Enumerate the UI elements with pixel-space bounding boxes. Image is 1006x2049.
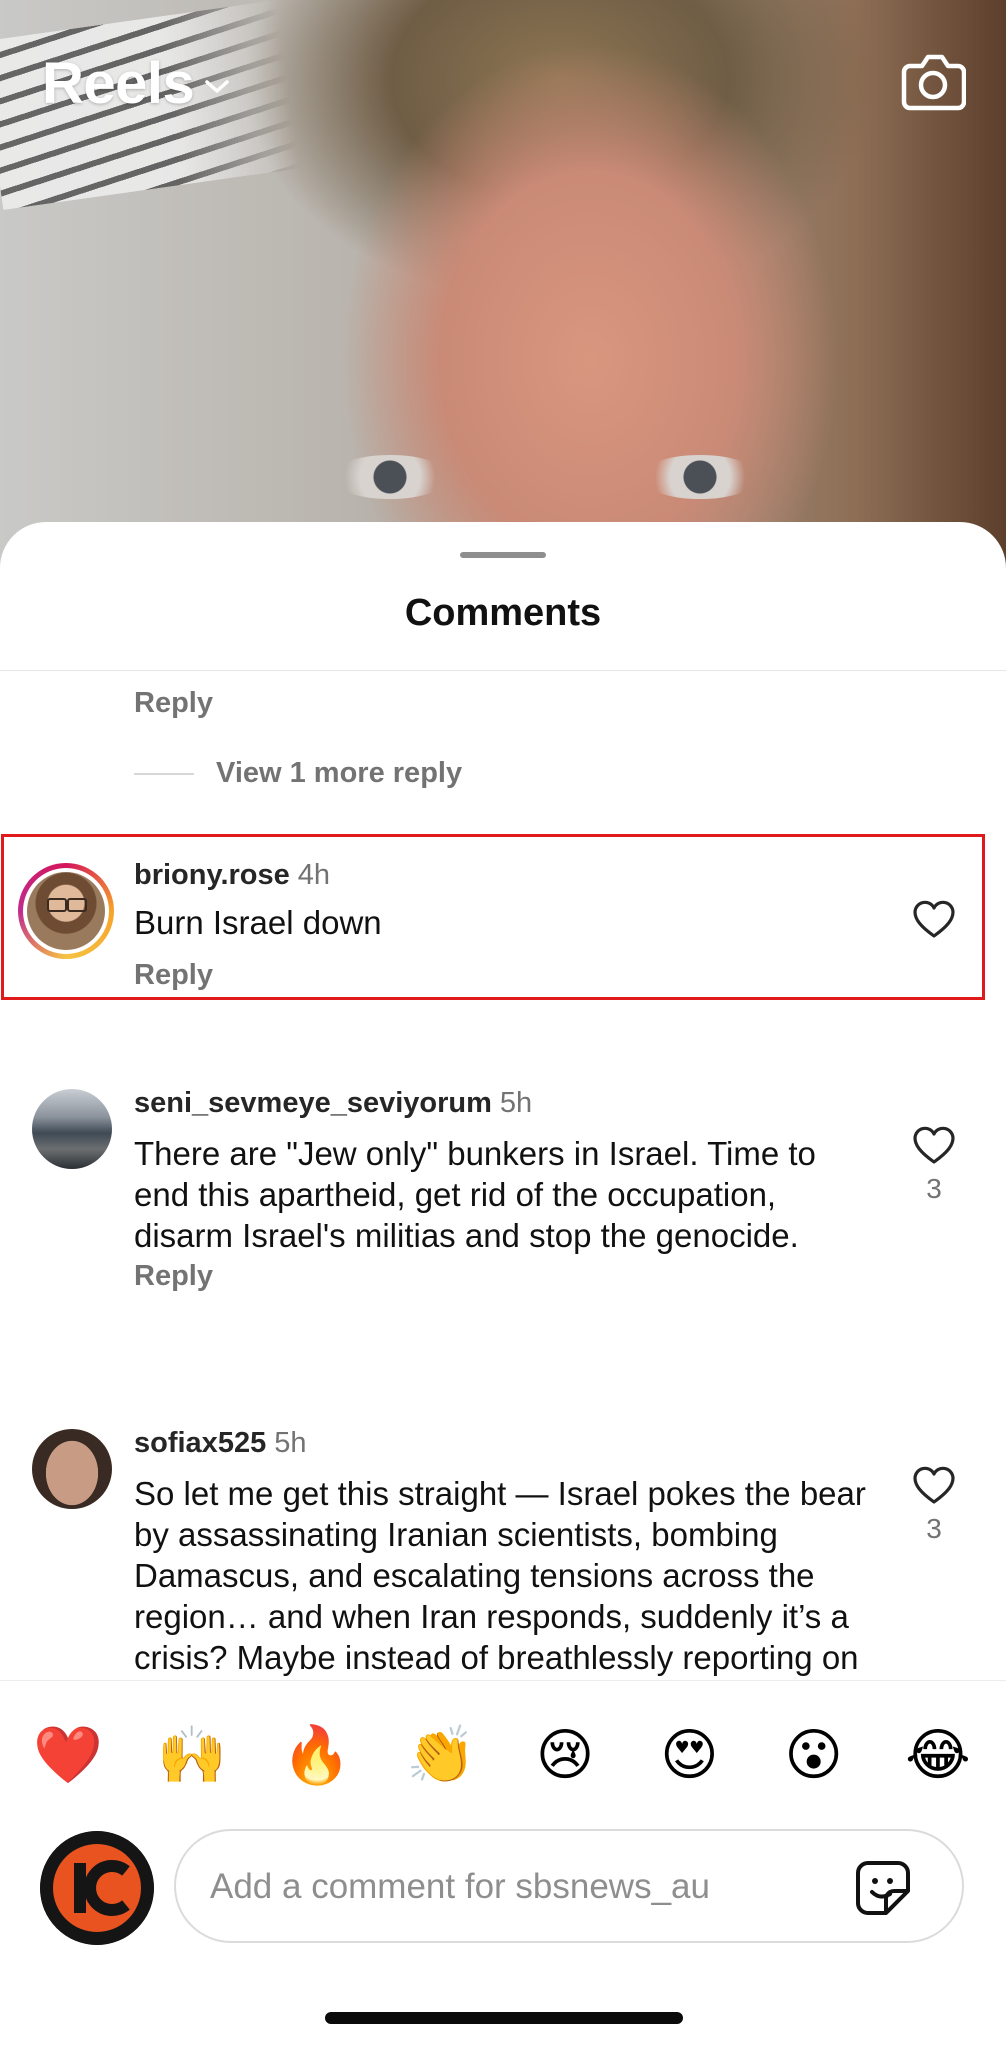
reply-button[interactable]: Reply: [134, 687, 213, 720]
home-indicator: [325, 2012, 683, 2024]
quick-reactions: ❤️ 🙌 🔥 👏 😢 😍 😮 😂: [28, 1723, 978, 1787]
video-eye-left: [330, 455, 450, 499]
video-eye-right: [640, 455, 760, 499]
reply-button[interactable]: Reply: [134, 1260, 213, 1293]
username[interactable]: sofiax525: [134, 1427, 266, 1459]
page-title: Reels: [42, 51, 195, 116]
view-more-label: View 1 more reply: [216, 757, 463, 789]
comment-text: So let me get this straight — Israel pok…: [134, 1475, 866, 1681]
reaction-surprised[interactable]: 😮: [774, 1723, 854, 1787]
chevron-down-icon: [205, 79, 230, 93]
sheet-title: Comments: [404, 592, 602, 634]
drag-handle[interactable]: [460, 552, 546, 558]
reaction-heart-eyes[interactable]: 😍: [649, 1723, 729, 1787]
view-more-replies[interactable]: View 1 more reply: [134, 757, 462, 790]
reaction-laugh[interactable]: 😂: [898, 1723, 978, 1787]
heart-outline-icon[interactable]: [912, 1465, 956, 1505]
reaction-fire[interactable]: 🔥: [277, 1723, 357, 1787]
reaction-cry[interactable]: 😢: [525, 1723, 605, 1787]
reels-title-dropdown[interactable]: Reels: [42, 50, 230, 117]
comment-text: There are "Jew only" bunkers in Israel. …: [134, 1135, 816, 1254]
timestamp: 5h: [499, 1087, 533, 1119]
avatar[interactable]: [32, 1089, 112, 1169]
logo-icon: [40, 1831, 154, 1945]
comment-header: sofiax525 5h: [134, 1427, 306, 1460]
reaction-raised-hands[interactable]: 🙌: [152, 1723, 232, 1787]
timestamp: 5h: [274, 1427, 307, 1459]
camera-icon[interactable]: [900, 50, 966, 112]
comment-header: seni_sevmeye_seviyorum 5h: [134, 1087, 532, 1120]
reaction-heart[interactable]: ❤️: [28, 1723, 108, 1787]
thread-line: [134, 772, 194, 775]
heart-outline-icon[interactable]: [912, 1125, 956, 1165]
sticker-icon[interactable]: [854, 1859, 912, 1917]
username[interactable]: seni_sevmeye_seviyorum: [134, 1087, 492, 1119]
current-user-avatar: [40, 1831, 154, 1945]
comment-input-box[interactable]: [174, 1829, 964, 1943]
reaction-clap[interactable]: 👏: [401, 1723, 481, 1787]
avatar[interactable]: [32, 1429, 112, 1509]
comments-list[interactable]: Reply View 1 more reply briony.rose 4h Bu…: [0, 671, 1006, 1681]
like-count: 3: [926, 1513, 942, 1544]
comment-input[interactable]: [208, 1855, 832, 1919]
like-count: 3: [926, 1173, 942, 1204]
highlight-box: [1, 834, 985, 1000]
composer-area: ❤️ 🙌 🔥 👏 😢 😍 😮 😂: [0, 1680, 1006, 2049]
